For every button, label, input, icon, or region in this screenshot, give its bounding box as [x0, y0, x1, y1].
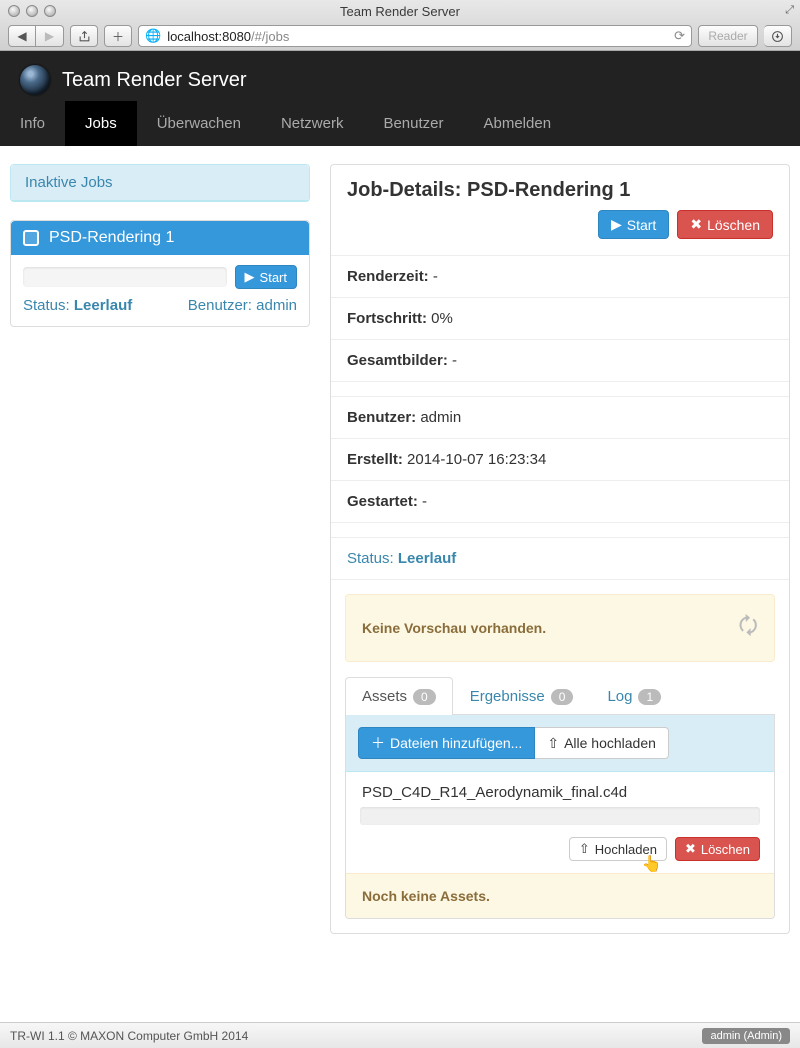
play-icon: ▶	[245, 269, 255, 285]
reload-icon[interactable]: ⟳	[674, 28, 685, 44]
log-count-badge: 1	[638, 689, 661, 705]
url-path: /#/jobs	[251, 29, 289, 44]
plus-icon: ＋	[371, 733, 385, 753]
detail-tabs: Assets 0 Ergebnisse 0 Log 1	[345, 676, 775, 715]
tab-log[interactable]: Log 1	[590, 677, 678, 715]
main-nav: Info Jobs Überwachen Netzwerk Benutzer A…	[0, 101, 800, 146]
inactive-jobs-heading: Inaktive Jobs	[11, 165, 309, 201]
app-header: Team Render Server Info Jobs Überwachen …	[0, 51, 800, 146]
file-name: PSD_C4D_R14_Aerodynamik_final.c4d	[360, 784, 760, 801]
share-button[interactable]	[70, 25, 98, 47]
detail-delete-button[interactable]: ✖ Löschen	[677, 210, 773, 239]
row-progress: Fortschritt: 0%	[331, 298, 789, 340]
row-user: Benutzer: admin	[331, 397, 789, 439]
nav-users[interactable]: Benutzer	[363, 101, 463, 146]
assets-tab-panel: ＋ Dateien hinzufügen... ⇧ Alle hochladen…	[345, 715, 775, 919]
delete-icon: ✖	[690, 216, 702, 233]
url-host: localhost:8080	[167, 29, 251, 44]
add-files-button[interactable]: ＋ Dateien hinzufügen...	[358, 727, 535, 759]
tab-results[interactable]: Ergebnisse 0	[453, 677, 591, 715]
nav-monitor[interactable]: Überwachen	[137, 101, 261, 146]
job-user: Benutzer: admin	[188, 297, 297, 314]
job-status: Status: Leerlauf	[23, 297, 132, 314]
row-total-images: Gesamtbilder: -	[331, 340, 789, 382]
upload-icon: ⇧	[579, 841, 590, 857]
job-progress-bar	[23, 267, 227, 287]
job-detail-panel: Job-Details: PSD-Rendering 1 ▶ Start ✖ L…	[330, 164, 790, 934]
nav-logout[interactable]: Abmelden	[464, 101, 572, 146]
row-render-time: Renderzeit: -	[331, 256, 789, 298]
nav-info[interactable]: Info	[0, 101, 65, 146]
file-progress-bar	[360, 807, 760, 825]
job-start-button[interactable]: ▶ Start	[235, 265, 297, 289]
back-button[interactable]: ◀	[8, 25, 36, 47]
row-status: Status: Leerlauf	[331, 538, 789, 580]
file-delete-button[interactable]: ✖ Löschen	[675, 837, 760, 861]
brand-logo-icon	[20, 65, 50, 95]
delete-icon: ✖	[685, 841, 696, 857]
refresh-icon[interactable]: 🗘	[738, 609, 758, 647]
upload-icon: ⇧	[547, 735, 559, 752]
brand-title: Team Render Server	[62, 69, 247, 92]
no-preview-alert: Keine Vorschau vorhanden. 🗘	[345, 594, 775, 662]
forward-button[interactable]: ▶	[36, 25, 64, 47]
footer-user-badge[interactable]: admin (Admin)	[702, 1028, 790, 1044]
footer-copyright: TR-WI 1.1 © MAXON Computer GmbH 2014	[10, 1029, 248, 1043]
address-bar[interactable]: 🌐 localhost:8080/#/jobs ⟳	[138, 25, 692, 47]
nav-network[interactable]: Netzwerk	[261, 101, 364, 146]
downloads-button[interactable]	[764, 25, 792, 47]
job-card-header[interactable]: PSD-Rendering 1	[11, 221, 309, 255]
no-assets-alert: Noch keine Assets.	[346, 873, 774, 918]
detail-title: Job-Details: PSD-Rendering 1	[347, 179, 630, 202]
play-icon: ▶	[611, 216, 622, 233]
window-title: Team Render Server	[0, 4, 800, 19]
upload-all-button[interactable]: ⇧ Alle hochladen	[535, 727, 669, 759]
expand-icon[interactable]: ⤢	[785, 4, 794, 17]
reader-button[interactable]: Reader	[698, 25, 758, 47]
detail-start-button[interactable]: ▶ Start	[598, 210, 669, 239]
row-started: Gestartet: -	[331, 481, 789, 523]
pending-file: PSD_C4D_R14_Aerodynamik_final.c4d ⇧ Hoch…	[346, 772, 774, 873]
nav-jobs[interactable]: Jobs	[65, 101, 137, 146]
tab-assets[interactable]: Assets 0	[345, 677, 453, 715]
results-count-badge: 0	[551, 689, 574, 705]
job-name: PSD-Rendering 1	[49, 229, 174, 247]
job-card[interactable]: PSD-Rendering 1 ▶ Start Status: Leerlauf…	[10, 220, 310, 327]
assets-count-badge: 0	[413, 689, 436, 705]
file-upload-button[interactable]: ⇧ Hochladen 👆	[569, 837, 667, 861]
footer: TR-WI 1.1 © MAXON Computer GmbH 2014 adm…	[0, 1022, 800, 1048]
job-select-checkbox[interactable]	[23, 230, 39, 246]
window-chrome: Team Render Server ⤢ ◀ ▶ ＋ 🌐 localhost:8…	[0, 0, 800, 51]
add-bookmark-button[interactable]: ＋	[104, 25, 132, 47]
row-created: Erstellt: 2014-10-07 16:23:34	[331, 439, 789, 481]
cursor-icon: 👆	[642, 854, 662, 874]
inactive-jobs-panel: Inaktive Jobs	[10, 164, 310, 202]
